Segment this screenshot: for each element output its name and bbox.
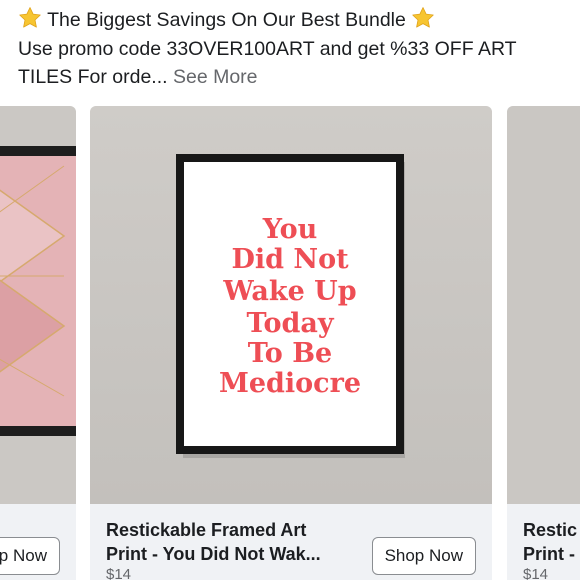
post-description: The Biggest Savings On Our Best Bundle U… xyxy=(18,6,574,92)
quote-line: Mediocre xyxy=(219,368,361,399)
product-title[interactable]: Restickable Framed Art Print - You Did N… xyxy=(106,518,356,566)
star-emoji-icon xyxy=(412,7,434,28)
shop-now-button[interactable]: Shop Now xyxy=(371,537,476,575)
quote-line: You xyxy=(262,214,318,245)
see-more-link[interactable]: See More xyxy=(173,66,258,88)
shop-now-button[interactable]: Shop Now xyxy=(0,537,60,575)
quote-line: Wake Up xyxy=(222,276,356,307)
quote-line: Did Not xyxy=(231,244,349,275)
product-carousel[interactable]: Shop Now You Did Not Wake Up Today To Be… xyxy=(0,106,580,580)
product-title-line: Restickable Framed Art xyxy=(106,520,307,540)
product-card[interactable]: You Did Not Wake Up Today To Be Mediocre… xyxy=(90,106,492,580)
product-title-line: Print - xyxy=(523,544,575,564)
product-image[interactable] xyxy=(0,106,76,504)
product-title-line: Print - You Did Not Wak... xyxy=(106,544,321,564)
star-emoji-icon xyxy=(19,7,41,28)
product-card[interactable]: Restic Print - $14 xyxy=(507,106,580,580)
product-title[interactable]: Restic Print - xyxy=(523,518,580,566)
product-title-line: Restic xyxy=(523,520,578,540)
post-headline-line: The Biggest Savings On Our Best Bundle xyxy=(18,6,574,35)
quote-line: Today xyxy=(246,308,334,339)
quote-line: To Be xyxy=(248,338,332,369)
post-promo-line: Use promo code 33OVER100ART and get %33 … xyxy=(18,37,517,60)
product-image[interactable]: You Did Not Wake Up Today To Be Mediocre xyxy=(90,106,492,504)
post-truncated-line: TILES For orde... See More xyxy=(18,63,574,92)
product-image[interactable] xyxy=(507,106,580,504)
product-price: $14 xyxy=(523,566,549,580)
post-truncated-text: TILES For orde... xyxy=(18,66,168,88)
post-headline: The Biggest Savings On Our Best Bundle xyxy=(47,9,406,31)
product-card[interactable]: Shop Now xyxy=(0,106,76,580)
product-price: $14 xyxy=(106,566,132,580)
